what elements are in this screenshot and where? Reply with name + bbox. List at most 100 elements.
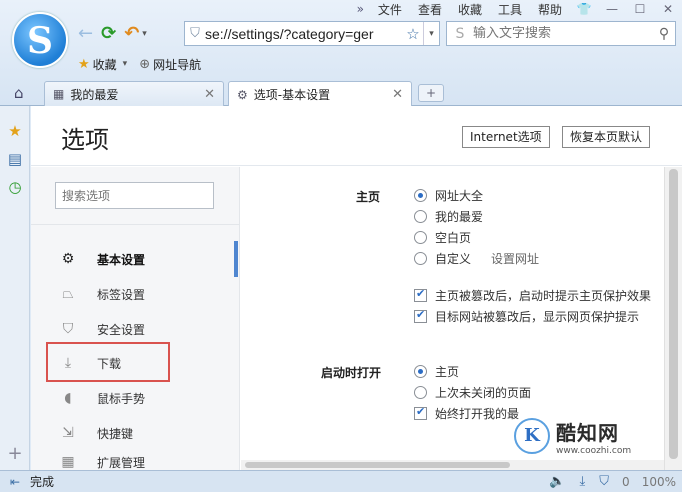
homepage-protect-check[interactable]: 主页被篡改后，启动时提示主页保护效果 bbox=[414, 287, 651, 304]
sidebar-item-label: 鼠标手势 bbox=[97, 391, 146, 406]
gear-icon: ⚙ bbox=[61, 251, 75, 267]
menu-more-icon[interactable]: » bbox=[351, 2, 370, 16]
sidebar-item-label: 标签设置 bbox=[97, 287, 146, 302]
logo-letter: S bbox=[27, 20, 53, 62]
nav-buttons: ← ⟳ ↶ ▾ bbox=[78, 22, 147, 46]
sidebar-item-basic[interactable]: ⚙ 基本设置 bbox=[31, 244, 240, 274]
menu-bar: » 文件 查看 收藏 工具 帮助 👕 — ☐ ✕ bbox=[351, 0, 682, 18]
tab-icon: ⏢ bbox=[62, 286, 74, 302]
watermark-text: 酷知网 www.coozhi.com bbox=[556, 417, 631, 456]
search-input[interactable] bbox=[473, 26, 653, 41]
radio-button[interactable] bbox=[414, 252, 427, 265]
sidebar-toggle-icon[interactable]: ⇤ bbox=[0, 475, 30, 489]
scroll-thumb[interactable] bbox=[245, 462, 510, 468]
page-title: 选项 bbox=[61, 126, 109, 154]
sidebar-item-label: 基本设置 bbox=[97, 252, 146, 267]
radio-button[interactable] bbox=[414, 365, 427, 378]
radio-button[interactable] bbox=[414, 231, 427, 244]
address-input[interactable]: se://settings/?category=ger bbox=[205, 26, 403, 42]
star-icon: ★ bbox=[78, 56, 90, 72]
horizontal-scrollbar[interactable] bbox=[241, 460, 664, 470]
sidebar-item-label: 扩展管理 bbox=[97, 456, 146, 470]
option-label: 我的最爱 bbox=[435, 210, 484, 224]
menu-help[interactable]: 帮助 bbox=[530, 1, 570, 18]
home-button[interactable]: ⌂ bbox=[14, 84, 24, 102]
homepage-option-custom[interactable]: 自定义 设置网址 bbox=[414, 250, 539, 267]
tab-options[interactable]: ⚙ 选项-基本设置 ✕ bbox=[228, 81, 412, 107]
check-label: 始终打开我的最 bbox=[435, 407, 520, 421]
startup-option-homepage[interactable]: 主页 bbox=[414, 363, 459, 380]
refresh-button[interactable]: ⟳ bbox=[101, 24, 116, 44]
back-button[interactable]: ← bbox=[78, 24, 93, 44]
startup-section-label: 启动时打开 bbox=[321, 366, 382, 380]
zoom-level[interactable]: 100% bbox=[636, 475, 682, 489]
add-icon[interactable]: + bbox=[6, 443, 24, 464]
radio-button[interactable] bbox=[414, 189, 427, 202]
shield-status-icon[interactable]: ⛉ bbox=[592, 474, 616, 489]
close-tab-icon[interactable]: ✕ bbox=[392, 87, 403, 102]
grid-icon: ▦ bbox=[53, 87, 65, 101]
checkbox[interactable] bbox=[414, 405, 427, 420]
address-dropdown-icon[interactable]: ▾ bbox=[423, 22, 439, 45]
radio-button[interactable] bbox=[414, 210, 427, 223]
set-url-link[interactable]: 设置网址 bbox=[491, 250, 539, 267]
maximize-button[interactable]: ☐ bbox=[626, 2, 654, 16]
undo-dropdown-icon[interactable]: ▾ bbox=[142, 29, 147, 39]
radio-button[interactable] bbox=[414, 386, 427, 399]
site-protect-check[interactable]: 目标网站被篡改后，显示网页保护提示 bbox=[414, 308, 639, 325]
search-box[interactable]: S ⚲ bbox=[446, 21, 676, 46]
startup-option-last-session[interactable]: 上次未关闭的页面 bbox=[414, 384, 531, 401]
browser-logo[interactable]: S bbox=[12, 12, 68, 68]
close-window-button[interactable]: ✕ bbox=[654, 2, 682, 16]
site-nav-link[interactable]: ⊕ 网址导航 bbox=[139, 56, 201, 73]
watermark-badge: K bbox=[514, 418, 550, 454]
download-manager-icon[interactable]: ⤓ bbox=[573, 474, 593, 489]
homepage-option-blank[interactable]: 空白页 bbox=[414, 229, 471, 246]
options-search-input[interactable] bbox=[55, 182, 214, 209]
menu-file[interactable]: 文件 bbox=[370, 1, 410, 18]
vertical-scrollbar[interactable] bbox=[664, 167, 682, 470]
security-shield-icon: ⛉ bbox=[190, 26, 200, 41]
reader-icon[interactable]: ▤ bbox=[6, 150, 24, 168]
startup-always-open-check[interactable]: 始终打开我的最 bbox=[414, 405, 519, 422]
sidebar-item-security[interactable]: ⛉ 安全设置 bbox=[31, 314, 240, 344]
sidebar-item-mouse-gestures[interactable]: ◖ 鼠标手势 bbox=[31, 383, 240, 413]
search-engine-icon[interactable]: S bbox=[447, 26, 473, 42]
minimize-button[interactable]: — bbox=[598, 2, 626, 16]
history-clock-icon[interactable]: ◷ bbox=[6, 178, 24, 196]
skin-icon[interactable]: 👕 bbox=[570, 2, 598, 16]
menu-favorites[interactable]: 收藏 bbox=[450, 1, 490, 18]
gear-icon: ⚙ bbox=[237, 87, 248, 102]
search-icon[interactable]: ⚲ bbox=[653, 26, 675, 42]
status-text: 完成 bbox=[30, 475, 55, 489]
sidebar-item-extensions[interactable]: ▦ 扩展管理 bbox=[31, 451, 240, 470]
checkbox[interactable] bbox=[414, 287, 427, 302]
favorites-label: 收藏 bbox=[92, 57, 117, 72]
undo-close-button[interactable]: ↶ bbox=[124, 24, 139, 44]
sidebar-item-tabs[interactable]: ⏢ 标签设置 bbox=[31, 279, 240, 309]
scroll-thumb[interactable] bbox=[669, 169, 678, 459]
menu-view[interactable]: 查看 bbox=[410, 1, 450, 18]
homepage-option-favorites[interactable]: 我的最爱 bbox=[414, 208, 483, 225]
close-tab-icon[interactable]: ✕ bbox=[204, 87, 215, 102]
watermark-logo: K 酷知网 www.coozhi.com bbox=[514, 414, 660, 458]
favorites-button[interactable]: ★ 收藏 ▾ bbox=[78, 56, 127, 73]
volume-icon[interactable]: 🔈 bbox=[542, 474, 572, 489]
shortcut-icon: ⇲ bbox=[62, 425, 74, 441]
sidebar-item-shortcuts[interactable]: ⇲ 快捷键 bbox=[31, 418, 240, 448]
new-tab-button[interactable]: + bbox=[418, 84, 444, 102]
internet-options-button[interactable]: Internet选项 bbox=[462, 126, 550, 148]
check-label: 目标网站被篡改后，显示网页保护提示 bbox=[435, 310, 640, 324]
side-strip: ★ ▤ ◷ + bbox=[0, 106, 30, 470]
favorites-star-icon[interactable]: ★ bbox=[6, 122, 24, 140]
count-badge: 0 bbox=[622, 474, 630, 489]
check-label: 主页被篡改后，启动时提示主页保护效果 bbox=[435, 289, 652, 303]
menu-tools[interactable]: 工具 bbox=[490, 1, 530, 18]
tab-favorites[interactable]: ▦ 我的最爱 ✕ bbox=[44, 81, 224, 106]
restore-default-button[interactable]: 恢复本页默认 bbox=[562, 126, 651, 148]
address-bar[interactable]: ⛉ se://settings/?category=ger ☆ ▾ bbox=[184, 21, 440, 46]
homepage-option-hao[interactable]: 网址大全 bbox=[414, 187, 483, 204]
checkbox[interactable] bbox=[414, 308, 427, 323]
homepage-section-label: 主页 bbox=[356, 190, 381, 204]
bookmark-star-icon[interactable]: ☆ bbox=[403, 25, 423, 43]
